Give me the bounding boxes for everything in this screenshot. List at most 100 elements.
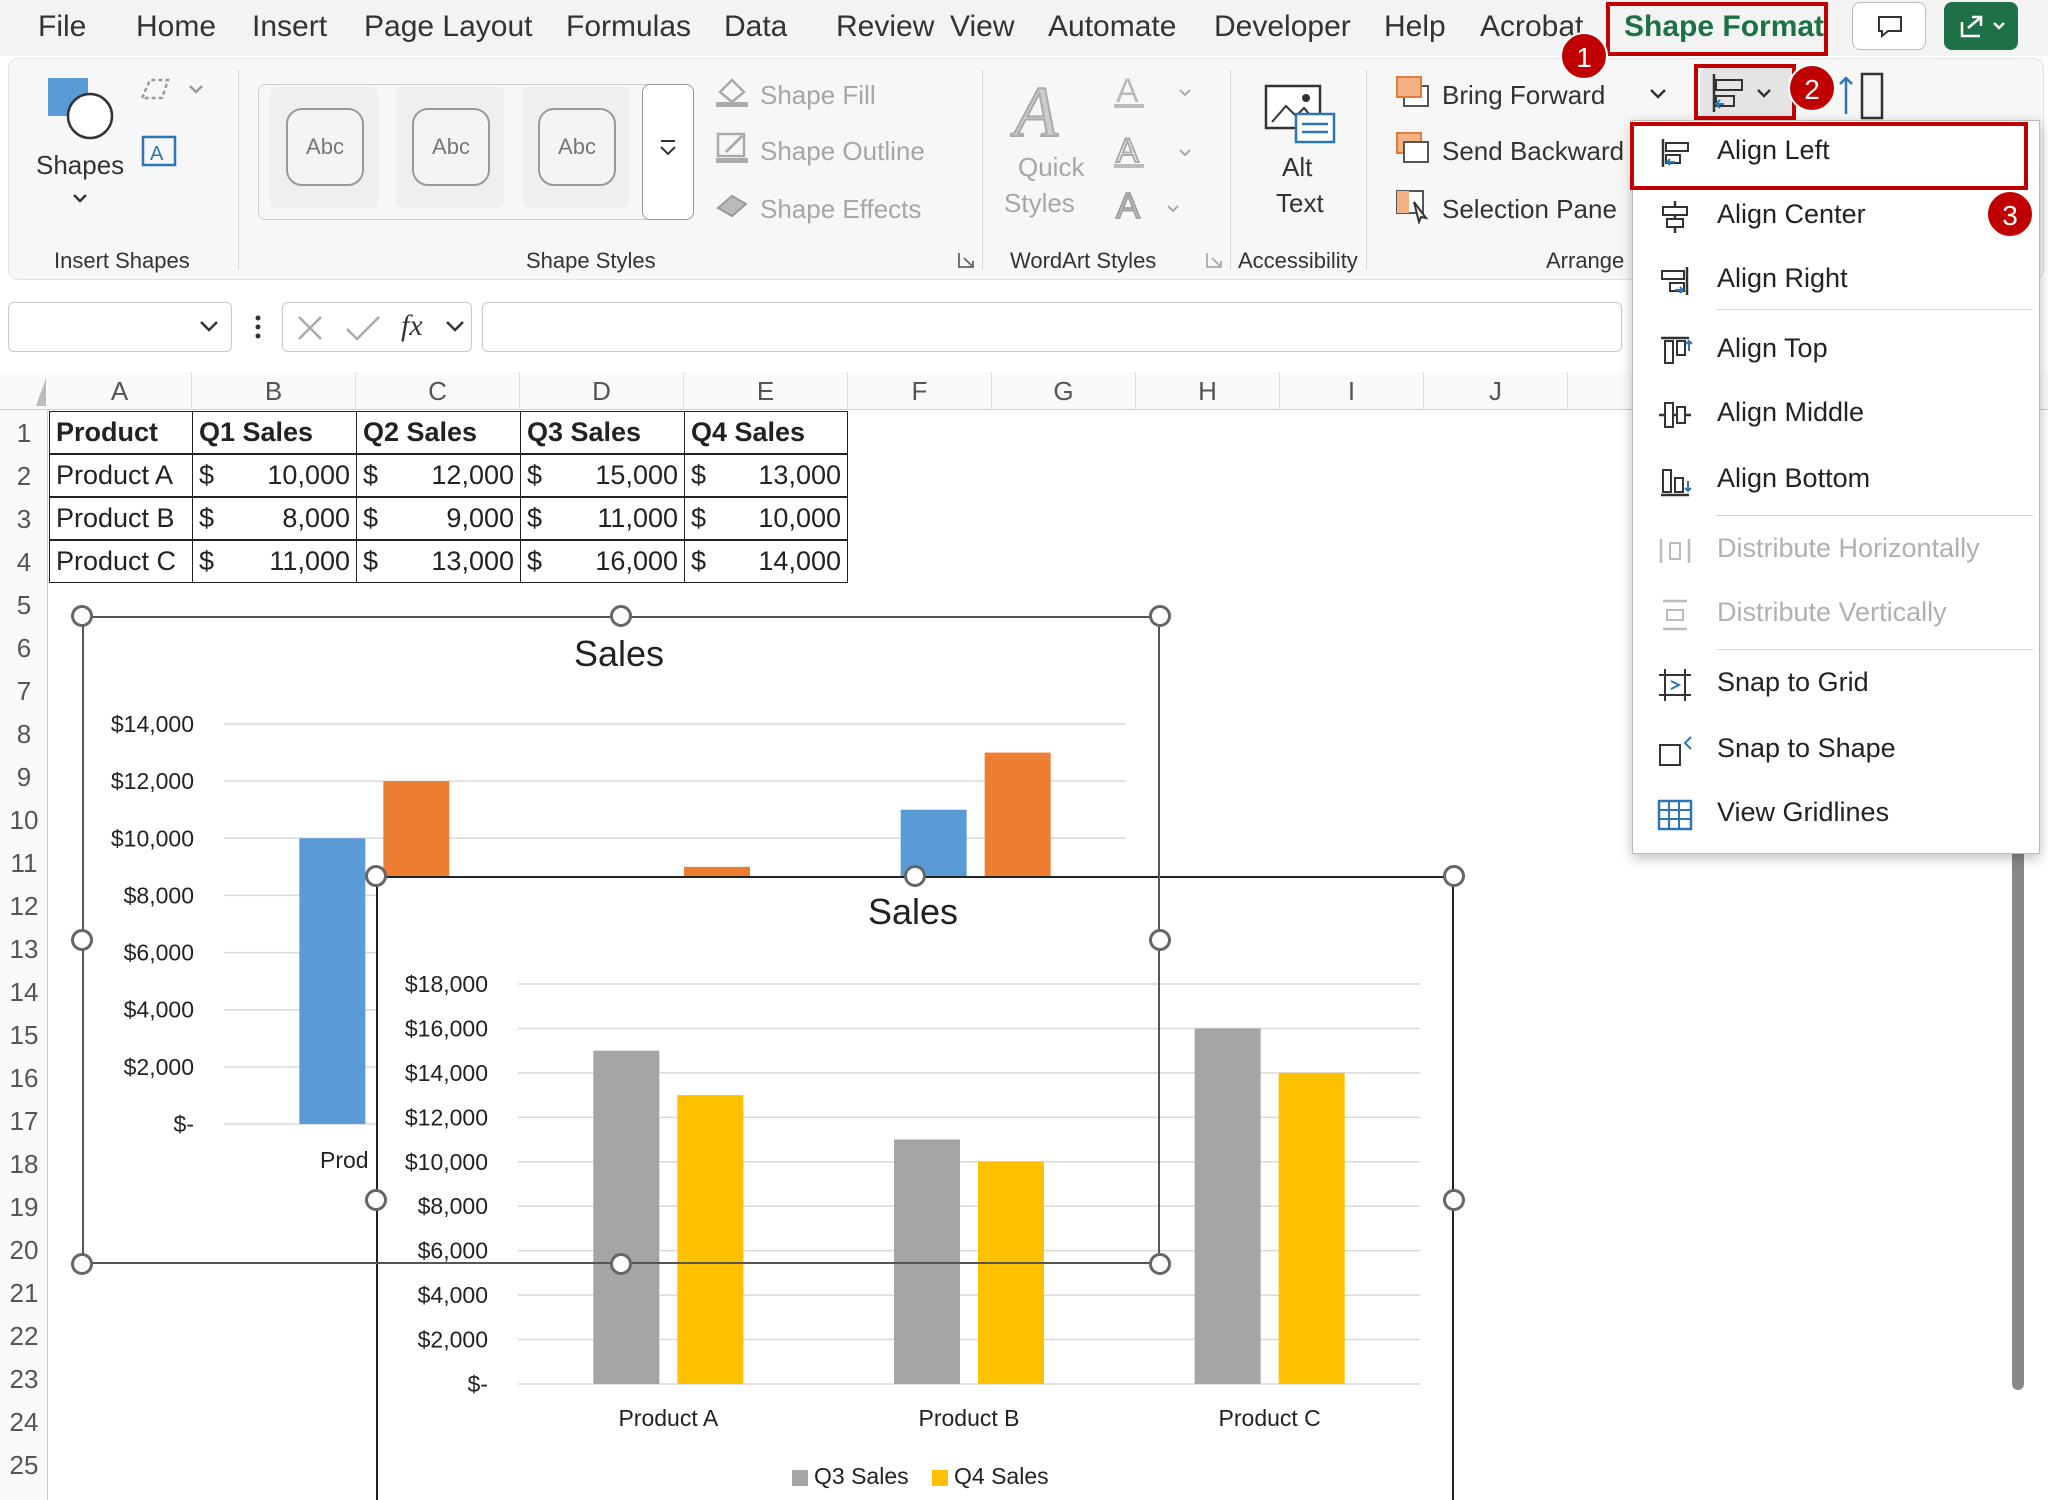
table-cell-value[interactable]: $8,000 [192,497,357,540]
resize-handle[interactable] [610,1253,632,1275]
row-header-5[interactable]: 5 [0,584,48,627]
bar-q1-sales[interactable] [299,838,366,1124]
bar-q3-sales[interactable] [593,1050,660,1384]
row-header-19[interactable]: 19 [0,1186,48,1229]
shape-fill-button[interactable]: Shape Fill [760,80,876,111]
formula-input[interactable] [482,302,1622,352]
row-header-21[interactable]: 21 [0,1272,48,1315]
quick-styles-label-2[interactable]: Styles [1004,188,1075,219]
share-button[interactable] [1944,2,2018,50]
row-header-7[interactable]: 7 [0,670,48,713]
resize-handle[interactable] [71,605,93,627]
menu-automate[interactable]: Automate [1048,10,1176,44]
table-header-product[interactable]: Product [49,411,193,454]
table-cell-value[interactable]: $10,000 [684,497,848,540]
col-header-b[interactable]: B [192,372,356,410]
resize-handle[interactable] [904,865,926,887]
menu-page-layout[interactable]: Page Layout [364,10,532,44]
quick-styles-label-1[interactable]: Quick [1018,152,1084,183]
bar-q3-sales[interactable] [894,1139,960,1384]
selection-pane-button[interactable]: Selection Pane [1442,194,1617,225]
table-cell-product[interactable]: Product B [49,497,193,540]
comments-button[interactable] [1852,2,1926,50]
col-header-f[interactable]: F [848,372,992,410]
col-header-h[interactable]: H [1136,372,1280,410]
menu-help[interactable]: Help [1384,10,1446,44]
chart-q3-q4[interactable]: Sales $- $2,000 $4,000 $6,000 $8,000 $10,000 $1… [376,876,1454,1500]
table-cell-value[interactable]: $9,000 [356,497,521,540]
row-header-22[interactable]: 22 [0,1315,48,1358]
table-cell-value[interactable]: $15,000 [520,454,685,497]
col-header-g[interactable]: G [992,372,1136,410]
gallery-more-button[interactable] [642,84,694,220]
menu-formulas[interactable]: Formulas [566,10,691,44]
menu-item-align-left[interactable]: Align Left [1633,123,2039,179]
menu-item-snap-to-grid[interactable]: Snap to Grid [1633,655,2039,711]
table-cell-value[interactable]: $11,000 [520,497,685,540]
menu-shape-format[interactable]: Shape Format [1624,10,1824,44]
row-header-13[interactable]: 13 [0,928,48,971]
row-header-17[interactable]: 17 [0,1100,48,1143]
col-header-a[interactable]: A [48,372,192,410]
col-header-e[interactable]: E [684,372,848,410]
menu-view[interactable]: View [950,10,1014,44]
name-box[interactable] [8,302,232,352]
table-header-q1[interactable]: Q1 Sales [192,411,357,454]
col-header-c[interactable]: C [356,372,520,410]
row-header-23[interactable]: 23 [0,1358,48,1401]
bar-q4-sales[interactable] [978,1161,1044,1384]
menu-item-view-gridlines[interactable]: View Gridlines [1633,785,2039,841]
resize-handle[interactable] [365,865,387,887]
shape-outline-button[interactable]: Shape Outline [760,136,925,167]
cancel-icon[interactable] [293,311,327,345]
row-header-8[interactable]: 8 [0,713,48,756]
col-header-d[interactable]: D [520,372,684,410]
bar-q4-sales[interactable] [1278,1072,1345,1384]
menu-item-align-top[interactable]: Align Top [1633,321,2039,377]
menu-home[interactable]: Home [136,10,216,44]
scrollbar-thumb[interactable] [2012,830,2024,1390]
row-header-14[interactable]: 14 [0,971,48,1014]
table-cell-value[interactable]: $16,000 [520,540,685,583]
table-header-q2[interactable]: Q2 Sales [356,411,521,454]
more-options-icon[interactable] [246,310,270,344]
resize-handle[interactable] [1149,605,1171,627]
table-cell-value[interactable]: $12,000 [356,454,521,497]
bar-q4-sales[interactable] [677,1095,744,1384]
row-header-18[interactable]: 18 [0,1143,48,1186]
menu-file[interactable]: File [38,10,86,44]
resize-handle[interactable] [1149,1253,1171,1275]
table-header-q3[interactable]: Q3 Sales [520,411,685,454]
row-header-24[interactable]: 24 [0,1401,48,1444]
table-cell-product[interactable]: Product A [49,454,193,497]
enter-icon[interactable] [343,311,383,345]
table-cell-value[interactable]: $13,000 [356,540,521,583]
dialog-launcher-icon[interactable] [956,250,976,270]
row-header-10[interactable]: 10 [0,799,48,842]
row-header-2[interactable]: 2 [0,455,48,498]
resize-handle[interactable] [1443,1189,1465,1211]
resize-handle[interactable] [1443,865,1465,887]
resize-handle[interactable] [71,1253,93,1275]
row-header-16[interactable]: 16 [0,1057,48,1100]
align-button[interactable] [1700,68,1796,118]
menu-item-align-bottom[interactable]: Align Bottom [1633,451,2039,507]
wordart-dialog-launcher-icon[interactable] [1204,250,1224,270]
resize-handle[interactable] [71,929,93,951]
table-header-q4[interactable]: Q4 Sales [684,411,848,454]
row-header-1[interactable]: 1 [0,412,48,455]
menu-item-align-center[interactable]: Align Center [1633,187,2039,243]
send-backward-button[interactable]: Send Backward [1442,136,1624,167]
col-header-j[interactable]: J [1424,372,1568,410]
alt-text-label-1[interactable]: Alt [1282,152,1312,183]
bring-forward-button[interactable]: Bring Forward [1442,80,1605,111]
shape-style-3[interactable]: Abc [522,86,630,208]
table-cell-product[interactable]: Product C [49,540,193,583]
row-header-4[interactable]: 4 [0,541,48,584]
row-header-20[interactable]: 20 [0,1229,48,1272]
row-header-12[interactable]: 12 [0,885,48,928]
menu-data[interactable]: Data [724,10,787,44]
alt-text-label-2[interactable]: Text [1276,188,1324,219]
menu-insert[interactable]: Insert [252,10,327,44]
row-header-6[interactable]: 6 [0,627,48,670]
